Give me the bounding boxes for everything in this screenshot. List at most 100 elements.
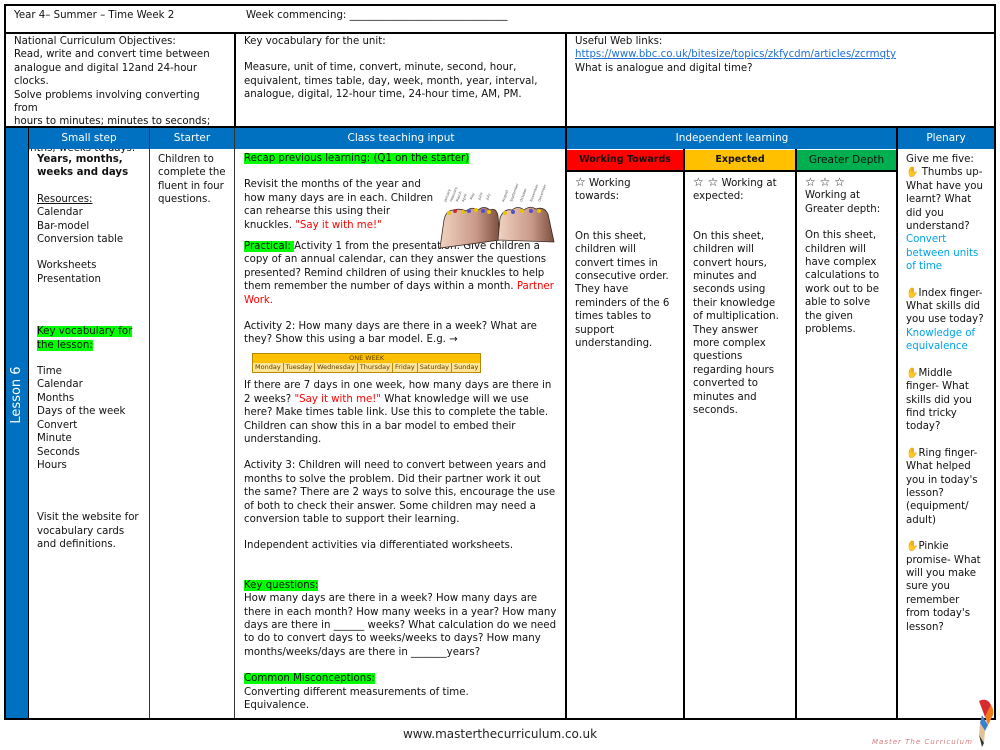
vocab-item: Calendar (37, 379, 83, 391)
col-header-class-teaching: Class teaching input (347, 132, 455, 144)
plenary-item: ✋Pinkie promise- What will you make sure… (906, 540, 986, 634)
knuckles-illustration: January February March April May June Ju… (439, 182, 555, 249)
resource-item: Calendar (37, 207, 83, 219)
objective-line: Solve problems involving converting from (14, 89, 200, 115)
web-links-heading: Useful Web links: (575, 36, 663, 47)
knuckle-month: August (501, 189, 509, 202)
plenary-question: Thumbs up- What have you learnt? What di… (906, 167, 983, 233)
website-note: Visit the website for vocabulary cards a… (37, 512, 139, 551)
unit-vocab-text: Measure, unit of time, convert, minute, … (244, 62, 538, 101)
tier-description: On this sheet, children will convert hou… (693, 230, 779, 417)
footer-url[interactable]: www.masterthecurriculum.co.uk (0, 727, 1000, 741)
col-header-plenary: Plenary (926, 132, 966, 144)
bar-model-title: ONE WEEK (253, 353, 481, 363)
knuckle-month: April (461, 193, 468, 202)
tier-intro: Working at Greater depth: (805, 190, 881, 215)
tier-label: Expected (715, 154, 765, 165)
col-header-independent: Independent learning (675, 132, 789, 144)
practical-paragraph: Practical: Activity 1 from the presentat… (244, 240, 557, 307)
vocab-item: Seconds (37, 446, 80, 458)
vocab-item: Convert (37, 419, 78, 431)
knuckle-month: September (509, 182, 520, 202)
col-header-starter: Starter (173, 132, 211, 144)
objective-line: Read, write and convert time between (14, 49, 210, 61)
unit-vocab-cell: Key vocabulary for the unit: Measure, un… (236, 35, 564, 102)
plenary-item: ✋Ring finger- What helped you in today's… (906, 447, 986, 527)
header-title: Year 4– Summer – Time Week 2 (14, 10, 175, 21)
activity-2-text: Activity 2: How many days are there in a… (244, 321, 537, 346)
bar-model-day: Sunday (454, 362, 479, 371)
recap-heading: Recap previous learning: (Q1 on the star… (244, 153, 470, 164)
objectives-heading: National Curriculum Objectives: (14, 36, 176, 47)
one-week-bar-model: ONE WEEK Monday Tuesday Wednesday Thursd… (252, 352, 482, 373)
week-commencing-blank[interactable]: _______________________________ (350, 10, 508, 21)
vocab-item: Months (37, 392, 75, 404)
activity-3-text: Activity 3: Children will need to conver… (244, 460, 556, 525)
vocab-item: Time (37, 366, 62, 378)
plenary-intro: Give me five: (906, 154, 974, 165)
starter-text: Children to complete the fluent in four … (158, 154, 226, 206)
vocab-item: Hours (37, 459, 67, 471)
knuckle-month-labels: January February March April May June Ju… (443, 182, 548, 203)
col-header-small-step: Small step (61, 132, 117, 144)
divider (28, 128, 29, 718)
hand-icon: ✋ (906, 447, 919, 459)
web-links-cell: Useful Web links: https://www.bbc.co.uk/… (567, 35, 995, 75)
recap-paragraph: Revisit the months of the year and how m… (244, 178, 434, 232)
practical-label: Practical: (244, 241, 295, 253)
resource-item: Worksheets (37, 260, 97, 272)
hand-icon: ✋ (906, 167, 919, 179)
bar-model-day: Tuesday (284, 362, 316, 372)
hand-icon: ✋ (906, 367, 919, 379)
tier-header-expected: Expected (685, 150, 795, 172)
resource-item: Conversion table (37, 234, 124, 246)
plenary-question: Ring finger- What helped you in today's … (906, 447, 978, 526)
footer-logo-text: Master The Curriculum (872, 738, 973, 746)
plenary-question: Pinkie promise- What will you make sure … (906, 541, 981, 633)
plenary-item: ✋Middle finger- What skills did you find… (906, 367, 986, 434)
plenary-item: ✋Index finger- What skills did you use t… (906, 287, 986, 327)
knuckle-month: July (485, 193, 491, 201)
week-commencing-label: Week commencing: (246, 10, 350, 21)
tier-description: On this sheet, children will have comple… (805, 230, 880, 336)
lesson-vocab-heading: Key vocabulary for (37, 326, 133, 338)
say-it-with-me: "Say it with me!" (294, 393, 381, 405)
resource-item: Presentation (37, 273, 101, 285)
tier-header-greater-depth: Greater Depth (797, 150, 896, 172)
knuckle-month: October (519, 187, 528, 202)
tier-header-working-towards: Working Towards (567, 150, 683, 172)
bar-model-day: Monday (253, 362, 284, 372)
knuckle-month: June (477, 192, 484, 201)
bbc-bitesize-link[interactable]: https://www.bbc.co.uk/bitesize/topics/zk… (575, 49, 896, 60)
small-step-title: Years, months, weeks and days (37, 154, 129, 179)
bar-model-day: Saturday (418, 362, 452, 372)
week-commencing: Week commencing: _______________________… (246, 9, 508, 22)
plenary-answer: Convert between units of time (906, 234, 979, 273)
tier-working-towards: ☆ Working towards: On this sheet, childr… (567, 175, 683, 350)
lesson-label: Lesson 6 (9, 366, 24, 424)
misconception-item: Converting different measurements of tim… (244, 686, 469, 698)
misconception-item: Equivalence. (244, 700, 310, 711)
objective-line: analogue and digital 12and 24-hour clock… (14, 62, 198, 88)
divider (234, 128, 235, 718)
tier-label: Greater Depth (808, 154, 885, 166)
plenary-item: ✋ Thumbs up- What have you learnt? What … (906, 166, 986, 233)
web-link-caption: What is analogue and digital time? (575, 62, 753, 74)
unit-vocab-heading: Key vocabulary for the unit: (244, 36, 386, 47)
plenary-answer: Knowledge of equivalence (906, 327, 976, 353)
starter-cell: Children to complete the fluent in four … (151, 153, 234, 207)
misconceptions-heading: Common Misconceptions: (244, 673, 375, 685)
vocab-item: Days of the week (37, 406, 126, 418)
tier-expected: ☆ ☆ Working at expected: On this sheet, … (685, 175, 795, 418)
resource-item: Bar-model (37, 220, 90, 232)
say-it-with-me: "Say it with me!" (295, 219, 382, 231)
hand-icon: ✋ (906, 541, 919, 553)
tier-label: Working Towards (579, 154, 671, 165)
plenary-question: Index finger- What skills did you use to… (906, 287, 984, 326)
star-icon: ☆ (575, 175, 586, 189)
lesson-vocab-heading: the lesson: (37, 339, 93, 351)
bar-model-day: Wednesday (315, 362, 358, 372)
tier-greater-depth: ☆ ☆ ☆ Working at Greater depth: On this … (797, 175, 896, 336)
small-step-cell: Years, months, weeks and days Resources:… (30, 153, 149, 552)
independent-activities-text: Independent activities via differentiate… (244, 540, 514, 552)
